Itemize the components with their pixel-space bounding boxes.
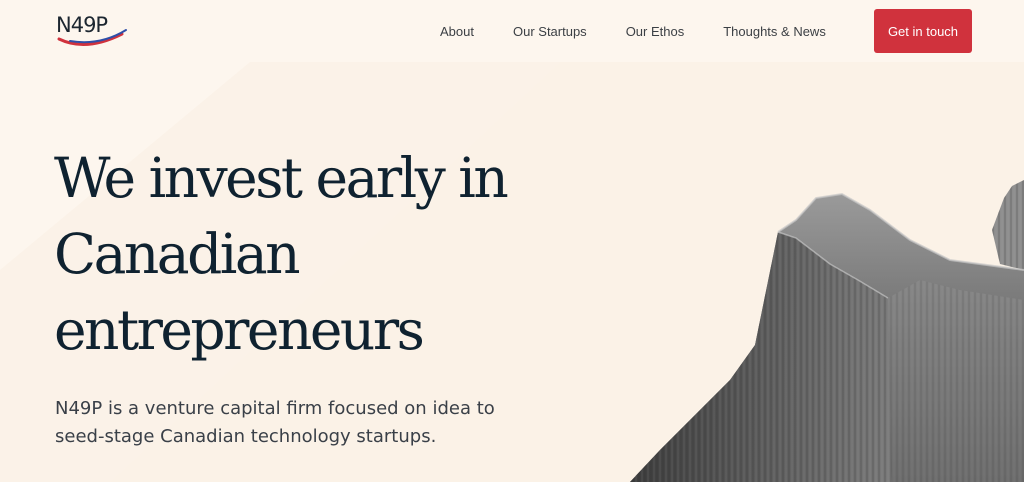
nav-about[interactable]: About: [440, 24, 474, 39]
get-in-touch-button[interactable]: Get in touch: [874, 9, 972, 53]
subtitle-line-2: seed-stage Canadian technology startups.: [55, 426, 437, 447]
hero-subtitle: N49P is a venture capital firm focused o…: [55, 395, 515, 451]
site-header: N49P About Our Startups Our Ethos Though…: [0, 0, 1024, 62]
headline-line-1: We invest early in: [54, 146, 509, 210]
nav-thoughts-news[interactable]: Thoughts & News: [723, 24, 826, 39]
headline-line-2: Canadian: [54, 222, 301, 286]
mountain-image: [630, 180, 1024, 482]
subtitle-line-1: N49P is a venture capital firm focused o…: [55, 398, 495, 419]
headline-line-3: entrepreneurs: [54, 298, 425, 362]
nav-our-startups[interactable]: Our Startups: [513, 24, 587, 39]
nav-our-ethos[interactable]: Our Ethos: [626, 24, 685, 39]
hero-headline: We invest early in Canadian entrepreneur…: [54, 140, 534, 368]
logo-swoosh-icon: [57, 29, 127, 46]
main-nav: About Our Startups Our Ethos Thoughts & …: [440, 0, 826, 62]
n49p-logo[interactable]: N49P: [56, 12, 132, 48]
